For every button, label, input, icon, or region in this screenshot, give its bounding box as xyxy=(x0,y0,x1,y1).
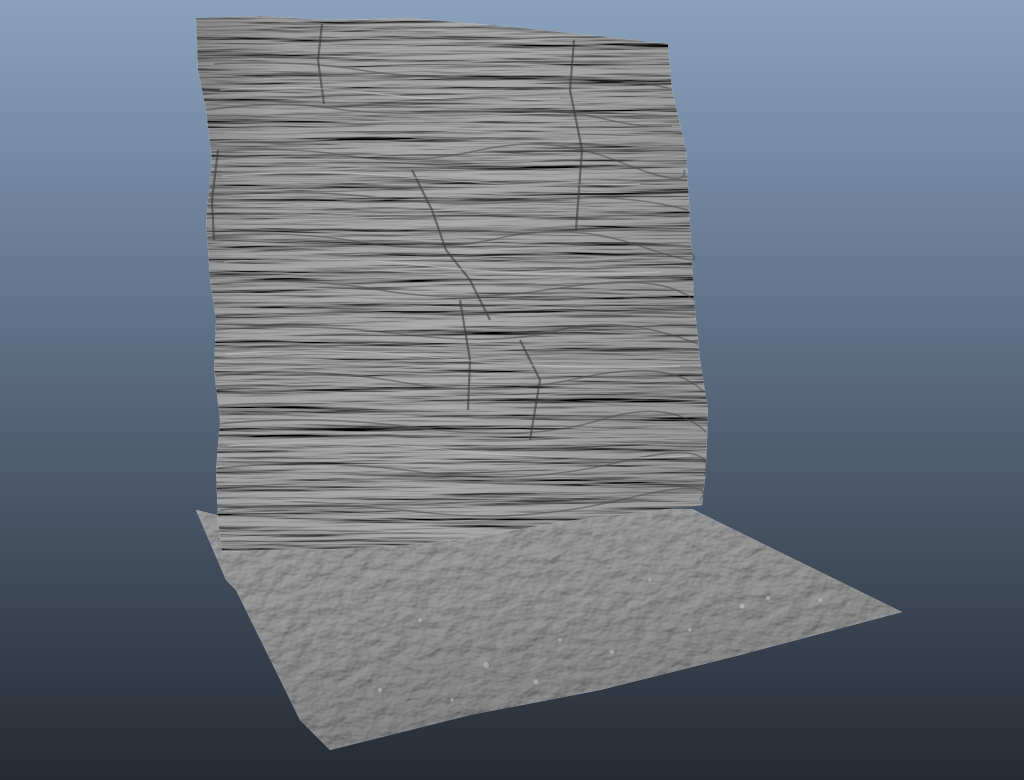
rock-cliff-wall[interactable] xyxy=(196,16,708,552)
3d-viewport[interactable] xyxy=(0,0,1024,780)
viewport-canvas[interactable] xyxy=(0,0,1024,780)
